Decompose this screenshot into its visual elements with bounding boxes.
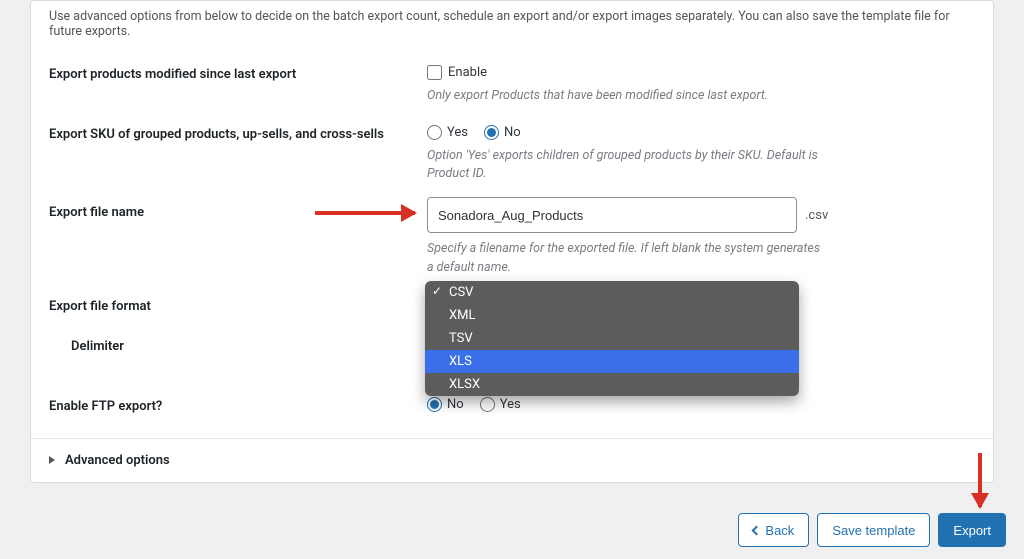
intro-text: Use advanced options from below to decid… [31, 1, 993, 57]
advanced-options-toggle[interactable]: Advanced options [31, 438, 993, 482]
enable-label: Enable [448, 65, 487, 80]
enable-checkbox-wrap[interactable]: Enable [427, 59, 875, 80]
ftp-no-label: No [447, 397, 464, 412]
save-template-label: Save template [832, 523, 915, 538]
advanced-label: Advanced options [65, 453, 170, 468]
sku-no-option[interactable]: No [484, 125, 521, 140]
export-advanced-panel: Use advanced options from below to decid… [30, 0, 994, 483]
sku-yes-option[interactable]: Yes [427, 125, 468, 140]
save-template-button[interactable]: Save template [817, 513, 930, 547]
format-option-xlsx[interactable]: XLSX [425, 373, 799, 396]
ftp-yes-label: Yes [500, 397, 521, 412]
help-modified: Only export Products that have been modi… [427, 87, 827, 105]
back-button[interactable]: Back [738, 513, 809, 547]
ctrl-modified: Enable Only export Products that have be… [427, 59, 975, 105]
footer-actions: Back Save template Export [738, 513, 1006, 547]
sku-yes-label: Yes [447, 125, 468, 140]
ctrl-filename: .csv Specify a filename for the exported… [427, 197, 975, 276]
help-filename: Specify a filename for the exported file… [427, 240, 827, 276]
enable-checkbox[interactable] [427, 65, 442, 80]
chevron-left-icon [752, 525, 762, 535]
row-filename: Export file name .csv Specify a filename… [31, 195, 993, 288]
export-button[interactable]: Export [938, 513, 1006, 547]
label-sku: Export SKU of grouped products, up-sells… [49, 119, 427, 142]
sku-radio-group: Yes No [427, 119, 875, 140]
export-label: Export [953, 523, 991, 538]
annotation-arrow-export [978, 453, 982, 507]
format-option-xml[interactable]: XML [425, 304, 799, 327]
filename-input-wrap: .csv [427, 197, 875, 233]
label-modified: Export products modified since last expo… [49, 59, 427, 82]
sku-no-label: No [504, 125, 521, 140]
caret-right-icon [49, 456, 55, 464]
help-sku: Option 'Yes' exports children of grouped… [427, 147, 827, 183]
format-option-xls[interactable]: XLS [425, 350, 799, 373]
label-filename: Export file name [49, 197, 427, 220]
ftp-no-option[interactable]: No [427, 397, 464, 412]
format-option-csv[interactable]: CSV [425, 281, 799, 304]
back-label: Back [765, 523, 794, 538]
ftp-yes-radio[interactable] [480, 397, 495, 412]
label-ftp: Enable FTP export? [49, 391, 427, 414]
label-format: Export file format [49, 291, 427, 314]
ftp-no-radio[interactable] [427, 397, 442, 412]
format-dropdown-menu[interactable]: CSVXMLTSVXLSXLSX [425, 281, 799, 396]
format-option-tsv[interactable]: TSV [425, 327, 799, 350]
ctrl-sku: Yes No Option 'Yes' exports children of … [427, 119, 975, 183]
sku-yes-radio[interactable] [427, 125, 442, 140]
filename-suffix: .csv [805, 208, 828, 223]
ftp-yes-option[interactable]: Yes [480, 397, 521, 412]
label-delimiter: Delimiter [49, 331, 427, 354]
row-modified: Export products modified since last expo… [31, 57, 993, 117]
annotation-arrow-filename [315, 211, 415, 215]
row-sku: Export SKU of grouped products, up-sells… [31, 117, 993, 195]
sku-no-radio[interactable] [484, 125, 499, 140]
filename-input[interactable] [427, 197, 797, 233]
